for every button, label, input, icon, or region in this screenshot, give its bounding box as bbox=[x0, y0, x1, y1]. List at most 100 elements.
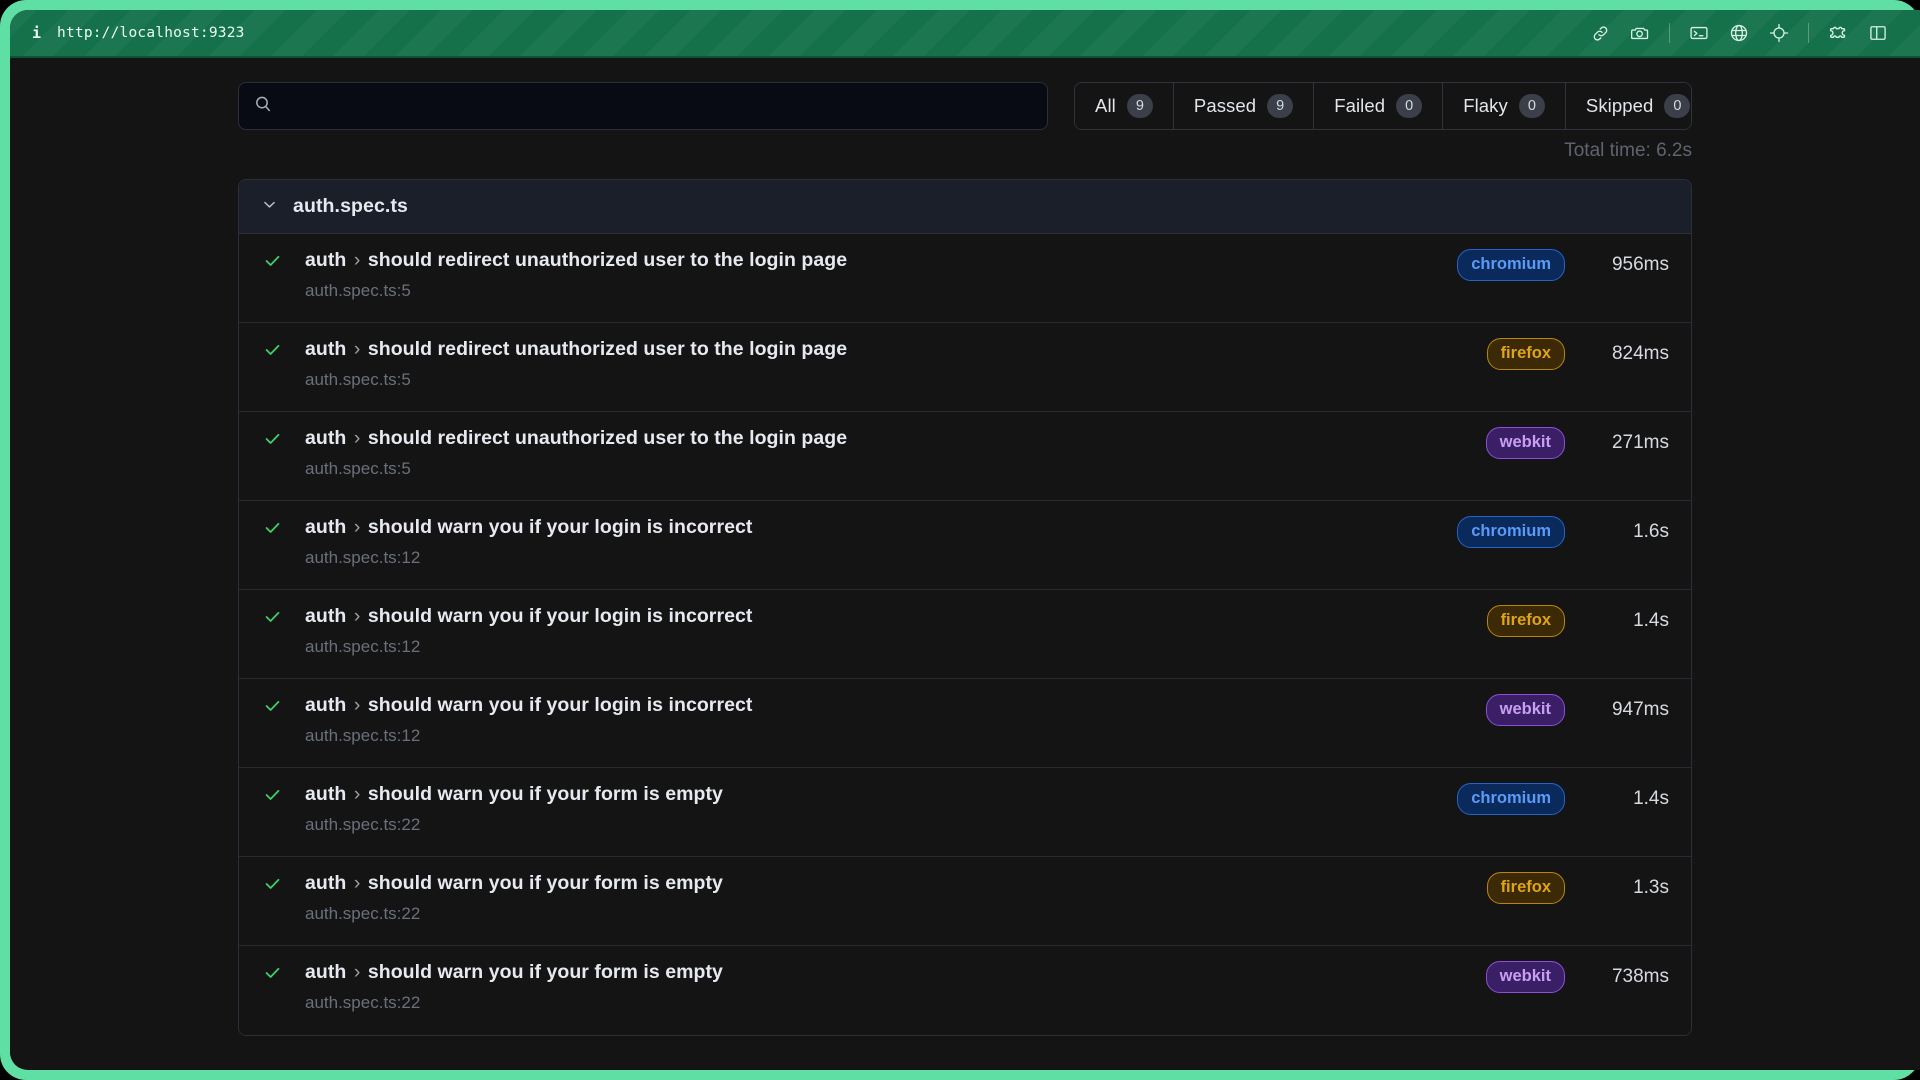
test-meta: firefox 824ms bbox=[1487, 338, 1669, 370]
test-location: auth.spec.ts:12 bbox=[305, 726, 1486, 746]
test-name: should warn you if your form is empty bbox=[368, 961, 723, 983]
tab-passed[interactable]: Passed 9 bbox=[1174, 83, 1314, 129]
total-time-row: Total time: 6.2s bbox=[10, 130, 1920, 162]
tab-flaky-label: Flaky bbox=[1463, 95, 1508, 117]
test-row-6[interactable]: auth › should warn you if your form is e… bbox=[239, 768, 1691, 857]
status-passed-icon bbox=[261, 251, 283, 270]
test-name: should warn you if your form is empty bbox=[368, 783, 723, 805]
test-row-3[interactable]: auth › should warn you if your login is … bbox=[239, 501, 1691, 590]
status-passed-icon bbox=[261, 340, 283, 359]
status-passed-icon bbox=[261, 429, 283, 448]
status-passed-icon bbox=[261, 696, 283, 715]
test-name: should warn you if your login is incorre… bbox=[368, 516, 753, 538]
link-icon[interactable] bbox=[1585, 18, 1615, 48]
test-location: auth.spec.ts:22 bbox=[305, 815, 1457, 835]
tab-flaky-count: 0 bbox=[1519, 94, 1545, 118]
chevron-down-icon bbox=[261, 196, 278, 218]
test-row-0[interactable]: auth › should redirect unauthorized user… bbox=[239, 234, 1691, 323]
status-passed-icon bbox=[261, 518, 283, 537]
project-badge: webkit bbox=[1486, 961, 1565, 993]
test-meta: chromium 1.6s bbox=[1457, 516, 1669, 548]
test-list: auth.spec.ts auth › should redirect unau… bbox=[238, 179, 1692, 1036]
test-location: auth.spec.ts:5 bbox=[305, 370, 1487, 390]
test-location: auth.spec.ts:12 bbox=[305, 548, 1457, 568]
toolbar: All 9 Passed 9 Failed 0 Flaky 0 bbox=[10, 58, 1920, 130]
project-badge: chromium bbox=[1457, 249, 1565, 281]
project-badge: chromium bbox=[1457, 516, 1565, 548]
test-info: auth › should redirect unauthorized user… bbox=[283, 426, 1486, 479]
test-info: auth › should warn you if your login is … bbox=[283, 693, 1486, 746]
test-meta: webkit 738ms bbox=[1486, 961, 1669, 993]
status-passed-icon bbox=[261, 874, 283, 893]
test-row-7[interactable]: auth › should warn you if your form is e… bbox=[239, 857, 1691, 946]
test-info: auth › should redirect unauthorized user… bbox=[283, 337, 1487, 390]
test-duration: 956ms bbox=[1565, 254, 1669, 276]
test-location: auth.spec.ts:12 bbox=[305, 637, 1487, 657]
test-title: auth › should warn you if your login is … bbox=[305, 693, 1486, 718]
tab-skipped-label: Skipped bbox=[1586, 95, 1654, 117]
test-duration: 1.3s bbox=[1565, 877, 1669, 899]
test-meta: chromium 1.4s bbox=[1457, 783, 1669, 815]
title-separator: › bbox=[346, 427, 367, 449]
test-location: auth.spec.ts:22 bbox=[305, 904, 1487, 924]
tab-skipped[interactable]: Skipped 0 bbox=[1566, 83, 1692, 129]
search-box[interactable] bbox=[238, 82, 1048, 130]
test-name: should warn you if your login is incorre… bbox=[368, 605, 753, 627]
test-name: should warn you if your login is incorre… bbox=[368, 694, 753, 716]
test-name: should redirect unauthorized user to the… bbox=[368, 427, 847, 449]
test-row-1[interactable]: auth › should redirect unauthorized user… bbox=[239, 323, 1691, 412]
test-suite: auth bbox=[305, 338, 346, 360]
test-suite: auth bbox=[305, 249, 346, 271]
tab-all[interactable]: All 9 bbox=[1075, 83, 1174, 129]
browser-window: i http://localhost:9323 bbox=[10, 10, 1920, 1070]
project-badge: webkit bbox=[1486, 427, 1565, 459]
test-duration: 1.4s bbox=[1565, 610, 1669, 632]
puzzle-icon[interactable] bbox=[1823, 18, 1853, 48]
test-row-8[interactable]: auth › should warn you if your form is e… bbox=[239, 946, 1691, 1035]
crosshair-icon[interactable] bbox=[1764, 18, 1794, 48]
split-panel-icon[interactable] bbox=[1863, 18, 1893, 48]
tab-all-count: 9 bbox=[1127, 94, 1153, 118]
tab-flaky[interactable]: Flaky 0 bbox=[1443, 83, 1566, 129]
test-info: auth › should warn you if your login is … bbox=[283, 515, 1457, 568]
report-content: All 9 Passed 9 Failed 0 Flaky 0 bbox=[10, 58, 1920, 1068]
test-row-4[interactable]: auth › should warn you if your login is … bbox=[239, 590, 1691, 679]
test-rows-container: auth › should redirect unauthorized user… bbox=[239, 234, 1691, 1035]
test-meta: firefox 1.3s bbox=[1487, 872, 1669, 904]
title-separator: › bbox=[346, 961, 367, 983]
test-row-5[interactable]: auth › should warn you if your login is … bbox=[239, 679, 1691, 768]
test-suite: auth bbox=[305, 694, 346, 716]
project-badge: firefox bbox=[1487, 605, 1565, 637]
test-info: auth › should warn you if your form is e… bbox=[283, 782, 1457, 835]
terminal-icon[interactable] bbox=[1684, 18, 1714, 48]
tab-skipped-count: 0 bbox=[1664, 94, 1690, 118]
total-time: Total time: 6.2s bbox=[1564, 140, 1692, 161]
tab-failed[interactable]: Failed 0 bbox=[1314, 83, 1443, 129]
test-title: auth › should redirect unauthorized user… bbox=[305, 426, 1486, 451]
title-separator: › bbox=[346, 249, 367, 271]
test-row-2[interactable]: auth › should redirect unauthorized user… bbox=[239, 412, 1691, 501]
tab-passed-label: Passed bbox=[1194, 95, 1256, 117]
title-separator: › bbox=[346, 872, 367, 894]
search-input[interactable] bbox=[273, 96, 1033, 116]
test-suite: auth bbox=[305, 872, 346, 894]
test-meta: webkit 271ms bbox=[1486, 427, 1669, 459]
test-duration: 271ms bbox=[1565, 432, 1669, 454]
test-duration: 824ms bbox=[1565, 343, 1669, 365]
test-info: auth › should warn you if your form is e… bbox=[283, 960, 1486, 1013]
test-meta: firefox 1.4s bbox=[1487, 605, 1669, 637]
project-badge: webkit bbox=[1486, 694, 1565, 726]
url-bar-left: i http://localhost:9323 bbox=[32, 24, 245, 42]
test-duration: 1.6s bbox=[1565, 521, 1669, 543]
url-text[interactable]: http://localhost:9323 bbox=[57, 25, 245, 41]
test-title: auth › should warn you if your login is … bbox=[305, 515, 1457, 540]
status-passed-icon bbox=[261, 785, 283, 804]
file-group-header[interactable]: auth.spec.ts bbox=[239, 180, 1691, 234]
test-suite: auth bbox=[305, 961, 346, 983]
globe-icon[interactable] bbox=[1724, 18, 1754, 48]
test-title: auth › should warn you if your form is e… bbox=[305, 871, 1487, 896]
camera-icon[interactable] bbox=[1625, 18, 1655, 48]
test-name: should redirect unauthorized user to the… bbox=[368, 249, 847, 271]
test-suite: auth bbox=[305, 427, 346, 449]
title-separator: › bbox=[346, 338, 367, 360]
